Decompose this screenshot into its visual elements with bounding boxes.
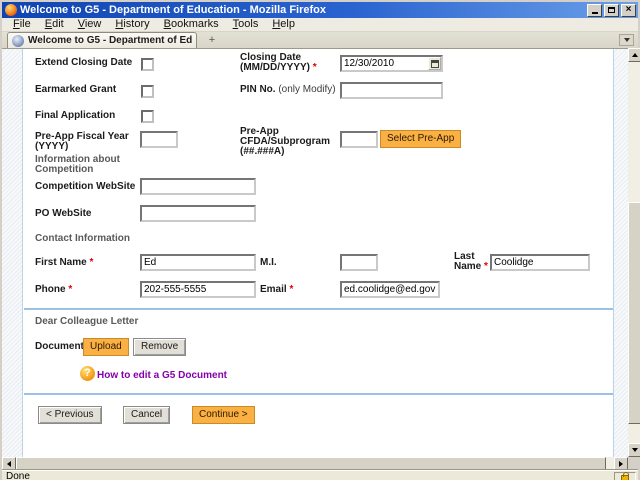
lock-icon <box>621 471 629 480</box>
vertical-scroll-thumb[interactable] <box>628 202 640 424</box>
final-application-checkbox[interactable] <box>141 110 154 123</box>
list-all-tabs-button[interactable] <box>619 34 634 46</box>
preapp-fiscal-year-input[interactable] <box>140 131 178 148</box>
menu-edit[interactable]: Edit <box>38 18 71 31</box>
required-asterisk: * <box>68 284 73 295</box>
horizontal-scrollbar[interactable] <box>2 457 628 470</box>
menubar: File Edit View History Bookmarks Tools H… <box>2 18 638 32</box>
earmarked-grant-label: Earmarked Grant <box>35 84 117 95</box>
scroll-down-button[interactable] <box>628 443 640 457</box>
closing-date-label: Closing Date (MM/DD/YYYY) * <box>240 52 317 73</box>
last-name-label: Last Name * <box>454 251 488 272</box>
closing-date-input[interactable] <box>342 58 428 69</box>
calendar-picker-button[interactable] <box>428 57 441 70</box>
email-label: Email * <box>260 284 294 295</box>
document-label: Document <box>35 341 84 352</box>
vertical-scrollbar[interactable] <box>628 48 640 457</box>
restore-button[interactable] <box>604 3 619 17</box>
menu-history[interactable]: History <box>108 18 156 31</box>
contact-information-heading: Contact Information <box>35 233 130 244</box>
dear-colleague-heading: Dear Colleague Letter <box>35 316 139 327</box>
required-asterisk: * <box>289 284 294 295</box>
pin-label: PIN No. (only Modify) <box>240 84 336 95</box>
upload-button[interactable]: Upload <box>83 338 129 356</box>
scroll-up-button[interactable] <box>628 48 640 62</box>
po-website-label: PO WebSite <box>35 208 92 219</box>
new-tab-button[interactable]: + <box>203 33 221 47</box>
preapp-cfda-input[interactable] <box>340 131 378 148</box>
phone-input[interactable] <box>140 281 256 298</box>
continue-button[interactable]: Continue > <box>192 406 255 424</box>
close-button[interactable]: × <box>621 3 636 17</box>
arrow-left-icon <box>7 460 11 467</box>
final-application-label: Final Application <box>35 110 116 121</box>
menu-view[interactable]: View <box>71 18 109 31</box>
email-input[interactable] <box>340 281 440 298</box>
previous-button[interactable]: < Previous <box>38 406 102 424</box>
section-divider <box>24 393 613 395</box>
scroll-left-button[interactable] <box>2 457 16 470</box>
earmarked-grant-checkbox[interactable] <box>141 85 154 98</box>
tabbar: Welcome to G5 - Department of Edu... + <box>2 32 638 48</box>
required-asterisk: * <box>484 261 488 272</box>
section-divider <box>24 308 613 310</box>
page-left-margin <box>2 49 23 457</box>
firefox-icon <box>5 4 17 16</box>
middle-initial-label: M.I. <box>260 257 277 268</box>
required-asterisk: * <box>312 62 317 73</box>
menu-bookmarks[interactable]: Bookmarks <box>157 18 226 31</box>
last-name-input[interactable] <box>490 254 590 271</box>
security-panel[interactable] <box>614 471 636 480</box>
tab-title: Welcome to G5 - Department of Edu... <box>28 35 192 46</box>
required-asterisk: * <box>89 257 94 268</box>
horizontal-scroll-thumb[interactable] <box>16 457 606 470</box>
statusbar: Done <box>2 470 638 480</box>
tab-favicon <box>12 34 24 47</box>
titlebar: Welcome to G5 - Department of Education … <box>2 2 638 18</box>
preapp-cfda-label: Pre-App CFDA/Subprogram (##.###A) <box>240 126 330 157</box>
cancel-button[interactable]: Cancel <box>123 406 171 424</box>
closing-date-field <box>340 55 443 72</box>
how-to-edit-link[interactable]: How to edit a G5 Document <box>97 370 227 381</box>
preapp-fiscal-year-label: Pre-App Fiscal Year (YYYY) <box>35 131 129 152</box>
middle-initial-input[interactable] <box>340 254 378 271</box>
phone-label: Phone * <box>35 284 73 295</box>
first-name-input[interactable] <box>140 254 256 271</box>
status-text: Done <box>6 471 30 480</box>
competition-website-input[interactable] <box>140 178 256 195</box>
remove-button[interactable]: Remove <box>133 338 187 356</box>
extend-closing-date-label: Extend Closing Date <box>35 57 133 68</box>
calendar-icon <box>430 59 439 68</box>
window-title: Welcome to G5 - Department of Education … <box>20 4 326 16</box>
browser-window: Welcome to G5 - Department of Education … <box>0 0 640 480</box>
arrow-down-icon <box>632 448 638 452</box>
minimize-button[interactable] <box>587 3 602 17</box>
first-name-label: First Name * <box>35 257 94 268</box>
chevron-down-icon <box>623 38 630 42</box>
menu-tools[interactable]: Tools <box>226 18 266 31</box>
scrollbar-corner <box>628 457 640 470</box>
scroll-right-button[interactable] <box>614 457 628 470</box>
extend-closing-date-checkbox[interactable] <box>141 58 154 71</box>
tab-welcome-g5[interactable]: Welcome to G5 - Department of Edu... <box>7 32 197 48</box>
pin-input[interactable] <box>340 82 443 99</box>
arrow-up-icon <box>632 53 638 57</box>
page-right-margin <box>613 49 628 457</box>
arrow-right-icon <box>619 460 623 467</box>
help-question-icon[interactable]: ? <box>80 366 95 381</box>
competition-website-label: Competition WebSite <box>35 181 136 192</box>
po-website-input[interactable] <box>140 205 256 222</box>
select-preapp-button[interactable]: Select Pre-App <box>380 130 462 148</box>
menu-file[interactable]: File <box>6 18 38 31</box>
page-content: Extend Closing Date Closing Date (MM/DD/… <box>2 48 628 457</box>
menu-help[interactable]: Help <box>265 18 302 31</box>
info-competition-heading: Information about Competition <box>35 154 120 175</box>
